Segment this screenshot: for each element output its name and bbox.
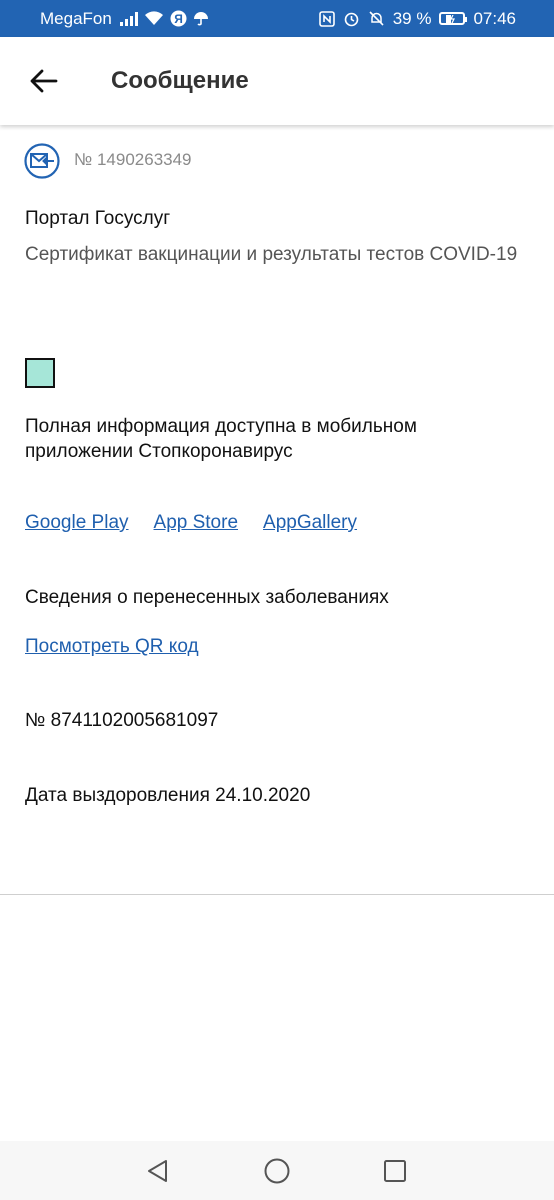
message-number: № 1490263349 xyxy=(74,150,192,169)
nav-recents-button[interactable] xyxy=(381,1157,409,1185)
certificate-number: № 8741102005681097 xyxy=(25,710,219,731)
page-title: Сообщение xyxy=(111,67,249,94)
carrier-name: MegaFon xyxy=(40,8,112,28)
appgallery-link[interactable]: AppGallery xyxy=(263,512,357,534)
recovery-date: Дата выздоровления 24.10.2020 xyxy=(25,785,311,806)
nav-back-button[interactable] xyxy=(144,1157,172,1185)
system-nav-bar xyxy=(0,1141,554,1200)
store-links: Google Play App Store AppGallery xyxy=(25,512,357,534)
alarm-icon xyxy=(343,10,360,27)
sender-name: Портал Госуслуг xyxy=(25,208,171,229)
status-bar: MegaFon Я 39 % 07:46 xyxy=(0,0,554,37)
message-subject: Сертификат вакцинации и результаты тесто… xyxy=(25,244,518,265)
view-qr-code-link[interactable]: Посмотреть QR код xyxy=(25,636,199,658)
status-icons-right: 39 % 07:46 xyxy=(318,0,516,37)
wifi-icon xyxy=(144,11,164,26)
yandex-icon: Я xyxy=(170,10,187,27)
app-store-link[interactable]: App Store xyxy=(154,512,239,534)
divider xyxy=(0,894,554,895)
illness-info-heading: Сведения о перенесенных заболеваниях xyxy=(25,587,389,608)
circle-home-icon xyxy=(264,1158,290,1184)
bell-muted-icon xyxy=(368,10,385,27)
info-text: Полная информация доступна в мобильном п… xyxy=(25,416,417,462)
incoming-mail-icon xyxy=(24,143,60,179)
nfc-icon xyxy=(318,10,335,27)
signal-icon xyxy=(119,11,138,26)
triangle-back-icon xyxy=(148,1160,167,1182)
google-play-link[interactable]: Google Play xyxy=(25,512,129,534)
nav-home-button[interactable] xyxy=(263,1157,291,1185)
qr-code-image xyxy=(25,358,55,388)
svg-text:Я: Я xyxy=(174,12,183,26)
app-bar: Сообщение xyxy=(0,37,554,125)
umbrella-icon xyxy=(193,11,209,27)
back-button[interactable] xyxy=(24,61,64,101)
battery-percent: 39 % xyxy=(392,8,432,28)
status-icons-left: Я xyxy=(119,10,209,27)
clock: 07:46 xyxy=(473,8,516,28)
battery-icon xyxy=(439,12,468,25)
square-recents-icon xyxy=(384,1160,406,1182)
arrow-left-icon xyxy=(30,69,58,93)
